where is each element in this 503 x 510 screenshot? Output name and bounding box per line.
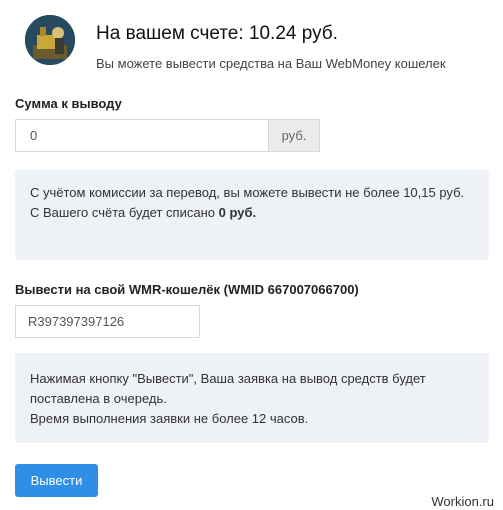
- queue-info-box: Нажимая кнопку "Вывести", Ваша заявка на…: [15, 353, 489, 443]
- amount-label: Сумма к выводу: [15, 96, 122, 111]
- processing-time-text: Время выполнения заявки не более 12 часо…: [30, 411, 309, 426]
- commission-info-text: С учётом комиссии за перевод, вы можете …: [30, 185, 465, 200]
- balance-subtitle: Вы можете вывести средства на Ваш WebMon…: [96, 56, 446, 71]
- currency-addon: руб.: [268, 120, 319, 151]
- amount-input[interactable]: [16, 120, 268, 151]
- watermark: Workion.ru: [431, 494, 494, 509]
- user-avatar: [25, 15, 75, 65]
- debit-prefix: С Вашего счёта будет списано: [30, 205, 215, 220]
- wallet-label: Вывести на свой WMR-кошелёк (WMID 667007…: [15, 282, 359, 297]
- wallet-input[interactable]: [15, 305, 200, 338]
- commission-info-box: С учётом комиссии за перевод, вы можете …: [15, 170, 489, 260]
- balance-title: На вашем счете: 10.24 руб.: [96, 23, 338, 44]
- submit-withdraw-button[interactable]: Вывести: [15, 464, 98, 497]
- queue-info-text: Нажимая кнопку "Вывести", Ваша заявка на…: [30, 371, 426, 406]
- commission-debit-text: С Вашего счёта будет списано 0 руб.: [30, 203, 474, 223]
- amount-input-group: руб.: [15, 119, 320, 152]
- debit-amount: 0 руб.: [218, 205, 257, 220]
